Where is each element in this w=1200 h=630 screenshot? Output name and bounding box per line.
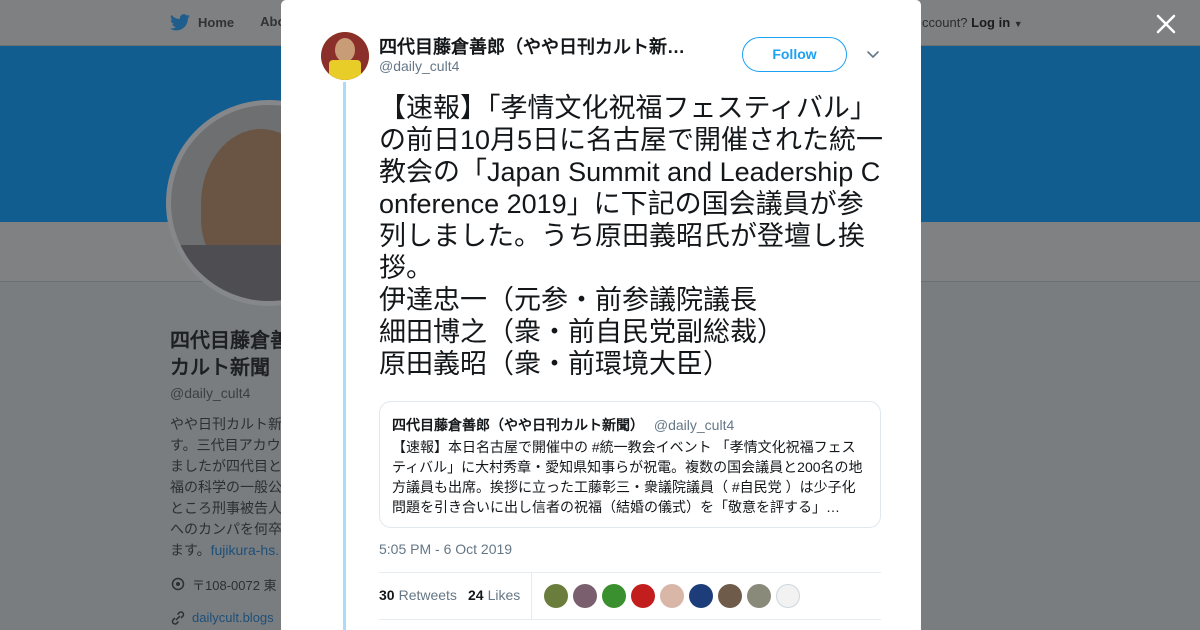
login-prompt: ccount? Log in ▼ (922, 15, 1023, 30)
thread-line (343, 82, 346, 630)
liker-avatar[interactable] (602, 584, 626, 608)
liker-avatar[interactable] (631, 584, 655, 608)
liker-avatar[interactable] (544, 584, 568, 608)
chevron-down-icon[interactable] (865, 46, 881, 62)
liker-avatar[interactable] (747, 584, 771, 608)
quoted-tweet-text: 【速報】本日名古屋で開催中の #統一教会イベント 「孝情文化祝福フェスティバル」… (392, 439, 863, 515)
profile-name-line2: カルト新聞 (170, 357, 270, 379)
close-icon[interactable] (1152, 10, 1180, 38)
liker-avatars (544, 584, 800, 608)
tweet-stats: 30 Retweets 24 Likes (379, 572, 881, 620)
follow-button[interactable]: Follow (742, 37, 847, 72)
quoted-tweet-header: 四代目藤倉善郎（やや日刊カルト新聞） @daily_cult4 (392, 415, 868, 435)
bio-line: 福の科学の一般公 (170, 479, 282, 495)
quoted-tweet[interactable]: 四代目藤倉善郎（やや日刊カルト新聞） @daily_cult4 【速報】本日名古… (379, 401, 881, 528)
retweets-stat[interactable]: 30 Retweets (379, 587, 457, 603)
likes-stat[interactable]: 24 Likes (468, 587, 520, 603)
top-nav: Home Abo (170, 14, 285, 31)
quoted-author-handle: @daily_cult4 (653, 417, 735, 433)
liker-avatar[interactable] (573, 584, 597, 608)
profile-name: 四代目藤倉善 カルト新聞 (170, 328, 290, 382)
bio-line: す。三代目アカウ (170, 437, 281, 453)
author-name[interactable]: 四代目藤倉善郎（やや日刊カルト新… (379, 33, 699, 59)
tweet-text: 【速報】「孝情文化祝福フェスティバル」の前日10月5日に名古屋で開催された統一教… (379, 93, 884, 379)
likes-label: Likes (487, 587, 521, 603)
tweet-timestamp[interactable]: 5:05 PM - 6 Oct 2019 (379, 541, 512, 557)
twitter-bird-icon (170, 14, 190, 31)
bio-link[interactable]: fujikura-hs. (211, 542, 279, 558)
nav-home-label: Home (198, 15, 235, 30)
stats-divider (531, 573, 532, 620)
chevron-down-icon: ▼ (1013, 19, 1023, 29)
avatar-scarf (329, 60, 361, 80)
likes-count: 24 (468, 587, 484, 603)
liker-avatar[interactable] (776, 584, 800, 608)
location-text: 〒108-0072 東 (192, 578, 277, 593)
author-handle[interactable]: @daily_cult4 (379, 58, 459, 74)
liker-avatar[interactable] (660, 584, 684, 608)
bio-line: ましたが四代目と (170, 458, 282, 474)
bio-line-last: ます。fujikura-hs. (170, 540, 282, 558)
retweets-count: 30 (379, 587, 395, 603)
profile-website: dailycult.blogs (170, 601, 277, 630)
bio-line: ところ刑事被告人 (170, 500, 282, 516)
link-icon (171, 610, 185, 625)
location-pin-icon (171, 577, 185, 590)
bio-line: やや日刊カルト新 (170, 416, 282, 432)
liker-avatar[interactable] (689, 584, 713, 608)
profile-location: 〒108-0072 東 (170, 568, 277, 601)
tweet-modal: 四代目藤倉善郎（やや日刊カルト新… @daily_cult4 Follow 【速… (281, 0, 921, 630)
quoted-author-name: 四代目藤倉善郎（やや日刊カルト新聞） (392, 417, 644, 433)
profile-bio: やや日刊カルト新 す。三代目アカウ ましたが四代目と 福の科学の一般公 ところ刑… (170, 414, 282, 558)
retweets-label: Retweets (398, 587, 457, 603)
bio-line: ます。 (170, 542, 211, 558)
nav-home[interactable]: Home (170, 14, 234, 31)
profile-name-line1: 四代目藤倉善 (170, 330, 290, 352)
liker-avatar[interactable] (718, 584, 742, 608)
login-link[interactable]: Log in (971, 15, 1010, 30)
account-question: ccount? (922, 15, 968, 30)
avatar-head (335, 38, 355, 62)
bio-line: へのカンパを何卒 (170, 521, 282, 537)
profile-handle: @daily_cult4 (170, 385, 251, 401)
website-link[interactable]: dailycult.blogs (192, 610, 274, 625)
profile-meta: 〒108-0072 東 dailycult.blogs (170, 568, 277, 630)
author-avatar[interactable] (321, 32, 369, 80)
